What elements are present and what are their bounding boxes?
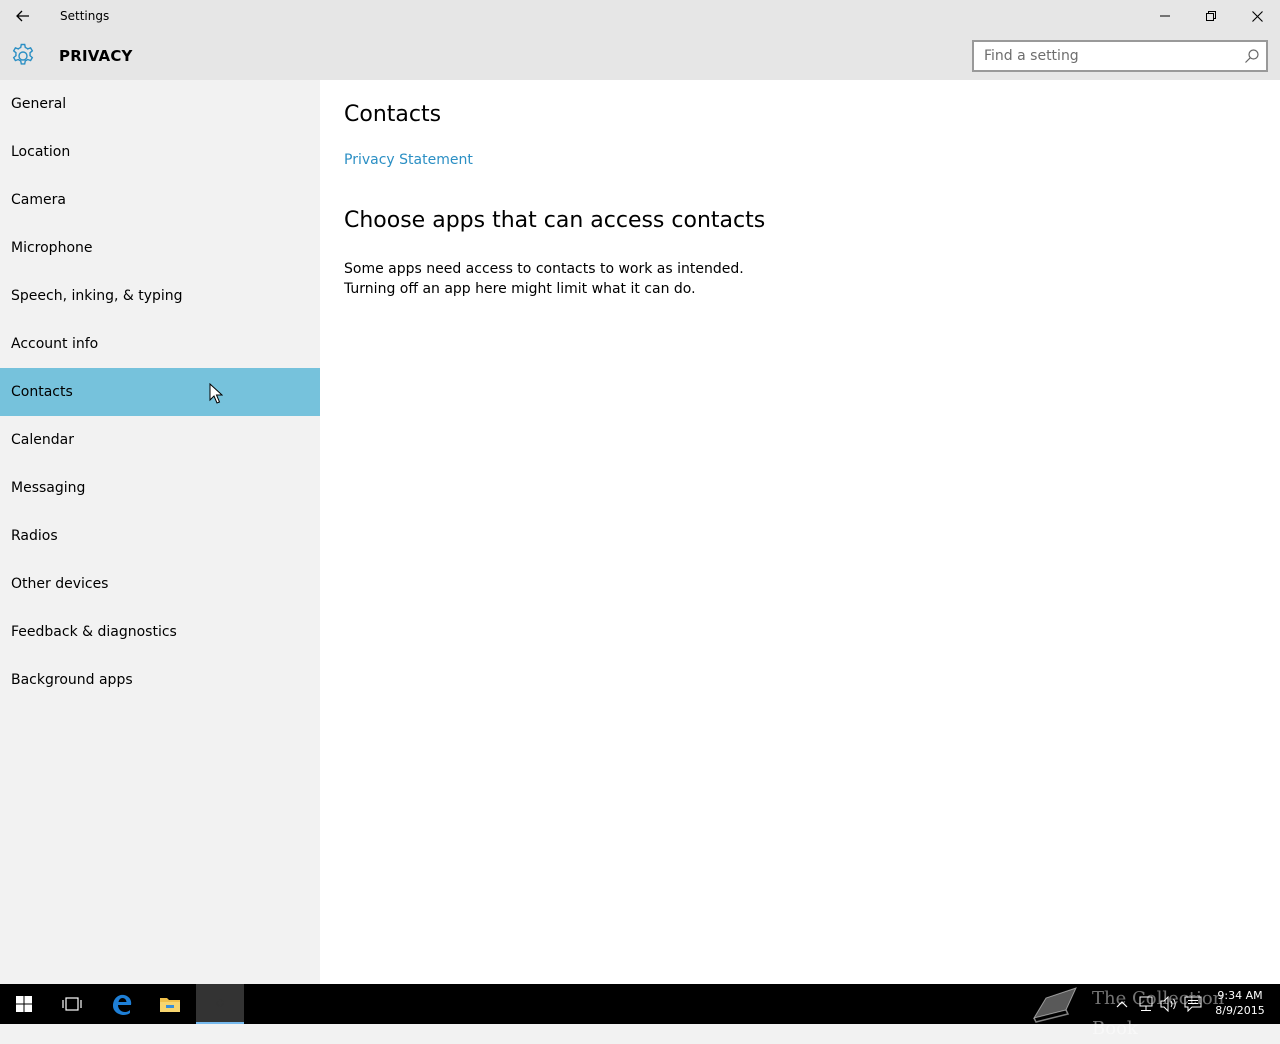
restore-icon xyxy=(1206,11,1216,21)
settings-app-icon xyxy=(216,999,224,1007)
title-bar: Settings xyxy=(0,0,1280,32)
close-button[interactable] xyxy=(1234,0,1280,32)
minimize-button[interactable] xyxy=(1142,0,1188,32)
notification-icon xyxy=(1184,996,1202,1012)
task-view-icon xyxy=(62,997,82,1011)
start-button[interactable] xyxy=(0,984,48,1024)
back-button[interactable] xyxy=(0,0,46,32)
show-hidden-icons-button[interactable] xyxy=(1112,994,1132,1014)
sidebar-item-speech-inking-typing[interactable]: Speech, inking, & typing xyxy=(0,272,320,320)
task-view-button[interactable] xyxy=(48,984,96,1024)
sidebar-item-background-apps[interactable]: Background apps xyxy=(0,656,320,704)
settings-taskbar-button[interactable] xyxy=(196,984,244,1024)
sidebar-item-contacts[interactable]: Contacts xyxy=(0,368,320,416)
sidebar-nav: General Location Camera Microphone Speec… xyxy=(0,80,320,984)
settings-window: Settings PRIVACY Find a setting General … xyxy=(0,0,1280,984)
sidebar-item-feedback-diagnostics[interactable]: Feedback & diagnostics xyxy=(0,608,320,656)
sidebar-item-other-devices[interactable]: Other devices xyxy=(0,560,320,608)
chevron-up-icon xyxy=(1116,1001,1128,1008)
page-title: Contacts xyxy=(344,102,442,127)
windows-logo-icon xyxy=(16,996,32,1012)
sidebar-item-location[interactable]: Location xyxy=(0,128,320,176)
action-center-button[interactable] xyxy=(1183,994,1203,1014)
restore-button[interactable] xyxy=(1188,0,1234,32)
network-tray-button[interactable] xyxy=(1135,994,1155,1014)
back-arrow-icon xyxy=(16,10,29,22)
taskbar: The Collection Book 9:34 AM 8/9/2015 xyxy=(0,984,1280,1039)
clock-time: 9:34 AM xyxy=(1217,989,1263,1002)
network-icon xyxy=(1139,996,1153,1011)
privacy-statement-link[interactable]: Privacy Statement xyxy=(344,152,473,168)
sidebar-item-calendar[interactable]: Calendar xyxy=(0,416,320,464)
main-content: Contacts Privacy Statement Choose apps t… xyxy=(320,80,1280,984)
gear-icon xyxy=(12,43,34,65)
section-heading: Choose apps that can access contacts xyxy=(344,208,766,233)
sidebar-item-microphone[interactable]: Microphone xyxy=(0,224,320,272)
section-description: Some apps need access to contacts to wor… xyxy=(344,261,744,297)
window-title: Settings xyxy=(60,9,110,23)
speaker-icon xyxy=(1160,996,1176,1012)
book-logo-icon xyxy=(1032,987,1077,1023)
search-icon[interactable] xyxy=(1244,48,1260,64)
edge-icon xyxy=(113,994,132,1015)
file-explorer-button[interactable] xyxy=(146,984,194,1024)
sidebar-item-messaging[interactable]: Messaging xyxy=(0,464,320,512)
sidebar-item-camera[interactable]: Camera xyxy=(0,176,320,224)
minimize-icon xyxy=(1160,15,1170,17)
mouse-cursor-icon xyxy=(209,383,223,404)
taskbar-clock[interactable]: 9:34 AM 8/9/2015 xyxy=(1210,988,1270,1018)
settings-header: PRIVACY xyxy=(0,32,1280,80)
search-input[interactable] xyxy=(974,42,1244,70)
section-title: PRIVACY xyxy=(59,47,133,65)
sidebar-item-account-info[interactable]: Account info xyxy=(0,320,320,368)
search-box[interactable] xyxy=(972,40,1268,72)
sidebar-item-radios[interactable]: Radios xyxy=(0,512,320,560)
volume-tray-button[interactable] xyxy=(1159,994,1179,1014)
folder-icon xyxy=(160,998,180,1012)
close-icon xyxy=(1251,10,1263,22)
edge-browser-button[interactable] xyxy=(98,984,146,1024)
clock-date: 8/9/2015 xyxy=(1215,1004,1265,1017)
sidebar-item-general[interactable]: General xyxy=(0,80,320,128)
